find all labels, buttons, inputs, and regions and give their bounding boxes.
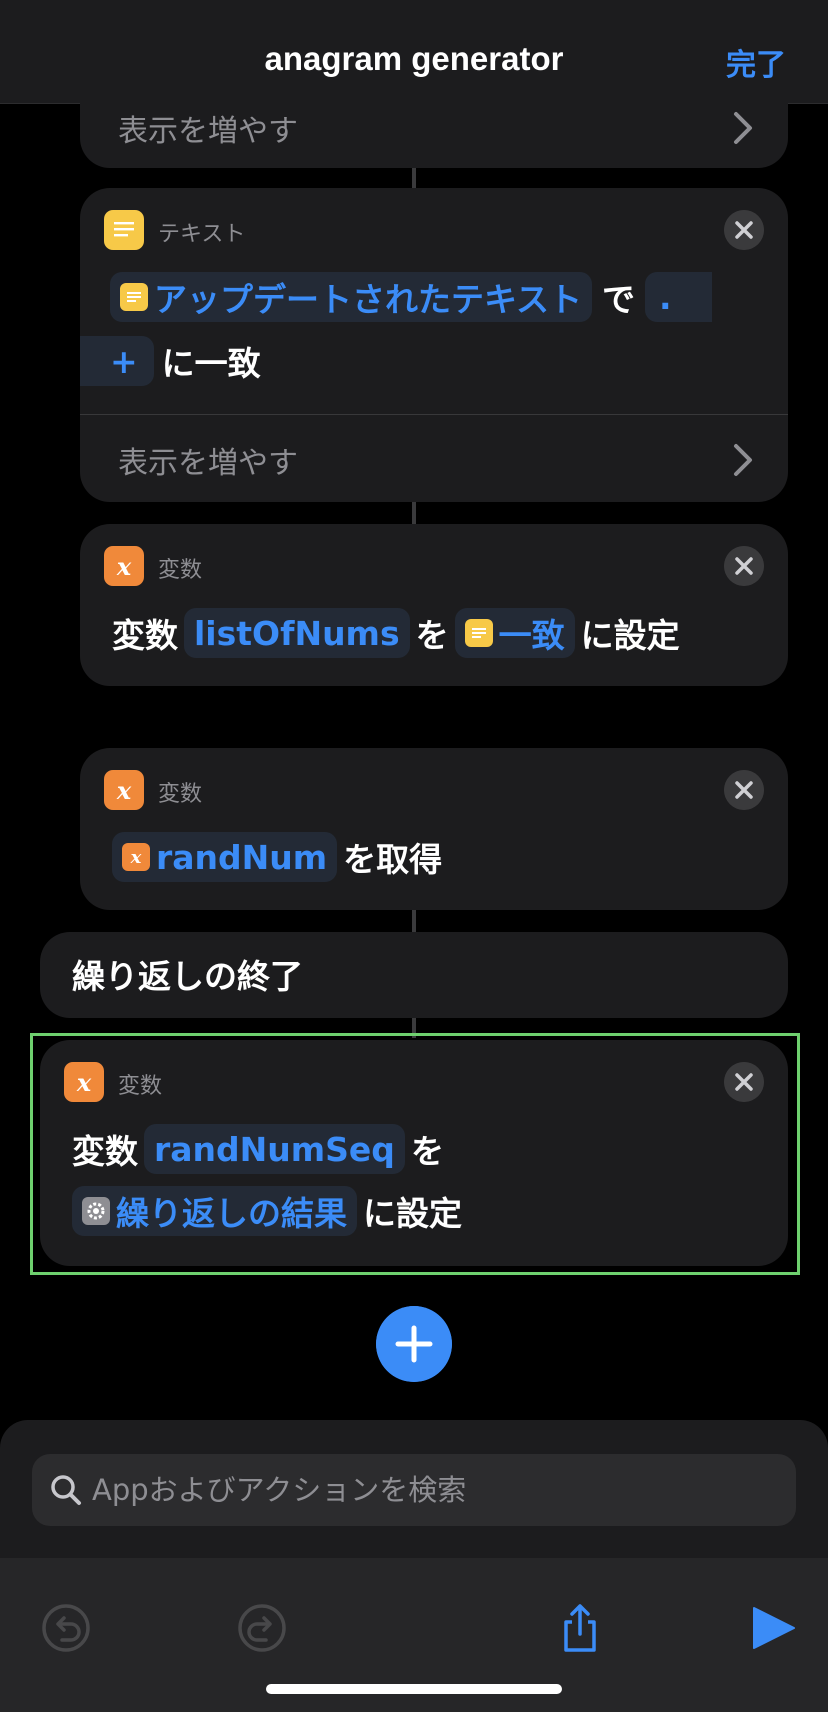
text-content-line-2: + に一致: [80, 336, 261, 386]
variable-name-label: randNum: [156, 837, 328, 877]
end-repeat-card[interactable]: 繰り返しの終了: [40, 932, 788, 1018]
search-field[interactable]: [32, 1454, 796, 1526]
action-header-label: 変数: [158, 782, 203, 807]
search-icon: [51, 1475, 81, 1505]
shortcut-title[interactable]: anagram generator: [0, 40, 828, 78]
close-icon[interactable]: [724, 1062, 764, 1102]
share-icon[interactable]: [554, 1602, 606, 1654]
set-suffix: に設定: [363, 1194, 462, 1233]
text-mini-icon: [464, 619, 493, 647]
connector-line: [412, 502, 416, 524]
variable-app-icon: x: [64, 1062, 104, 1102]
text-content-line-1: アップデートされたテキスト で .: [104, 272, 718, 322]
wo-particle: を: [410, 1132, 444, 1171]
match-text: に一致: [161, 344, 261, 383]
variable-name-token[interactable]: x randNum: [112, 832, 338, 882]
close-icon[interactable]: [724, 546, 764, 586]
home-indicator: [266, 1684, 562, 1694]
text-action-card[interactable]: テキスト アップデートされたテキスト で . + に一致 表示を増やす: [80, 188, 788, 502]
set-variable-line: 変数 listOfNums を 一致 に設定: [112, 608, 680, 658]
repeat-result-token[interactable]: 繰り返しの結果: [72, 1186, 357, 1236]
updated-text-token[interactable]: アップデートされたテキスト: [110, 272, 593, 322]
variable-app-icon: x: [104, 770, 144, 810]
action-header-label: テキスト: [158, 222, 246, 247]
action-header-label: 変数: [158, 558, 203, 583]
close-icon[interactable]: [724, 770, 764, 810]
set-variable-line-2: 繰り返しの結果 に設定: [66, 1186, 462, 1236]
connector-line: [412, 910, 416, 932]
match-source-label: 一致: [498, 616, 565, 655]
plus-token[interactable]: +: [80, 336, 154, 386]
search-input[interactable]: [92, 1454, 772, 1526]
navigation-bar: anagram generator 完了: [0, 0, 828, 104]
action-header-label: 変数: [118, 1074, 163, 1099]
wo-particle: を: [415, 616, 449, 655]
action-search-panel: [0, 1420, 828, 1712]
show-more-row[interactable]: 表示を増やす: [80, 96, 788, 168]
undo-icon[interactable]: [40, 1602, 92, 1654]
play-icon[interactable]: [748, 1602, 800, 1654]
get-variable-line: x randNum を取得: [106, 832, 442, 882]
connector-de-text: で: [602, 280, 636, 319]
set-variable-card[interactable]: x 変数 変数 randNumSeq を 繰り返しの結果 に設定: [40, 1040, 788, 1266]
gear-icon: [82, 1197, 110, 1225]
previous-action-card: 表示を増やす: [80, 96, 788, 168]
close-icon[interactable]: [724, 210, 764, 250]
chevron-right-icon: [734, 112, 752, 144]
divider: [80, 414, 788, 415]
done-button[interactable]: 完了: [726, 40, 786, 84]
set-suffix: に設定: [580, 616, 680, 655]
variable-name-token[interactable]: randNumSeq: [144, 1124, 405, 1174]
get-suffix: を取得: [343, 840, 443, 879]
variable-prefix: 変数: [72, 1132, 138, 1171]
variable-name-token[interactable]: listOfNums: [184, 608, 410, 658]
get-variable-card[interactable]: x 変数 x randNum を取得: [80, 748, 788, 910]
match-source-token[interactable]: 一致: [454, 608, 575, 658]
text-mini-icon: [120, 283, 148, 311]
connector-line: [412, 168, 416, 188]
updated-text-token-label: アップデートされたテキスト: [154, 280, 583, 319]
set-variable-line-1: 変数 randNumSeq を: [72, 1124, 444, 1174]
end-repeat-label: 繰り返しの終了: [72, 957, 303, 996]
redo-icon[interactable]: [236, 1602, 288, 1654]
text-app-icon: [104, 210, 144, 250]
show-more-row[interactable]: 表示を増やす: [80, 418, 788, 502]
variable-mini-icon: x: [122, 843, 150, 871]
repeat-result-label: 繰り返しの結果: [116, 1194, 347, 1233]
variable-prefix: 変数: [112, 616, 178, 655]
show-more-label: 表示を増やす: [118, 446, 298, 481]
show-more-label: 表示を増やす: [118, 114, 298, 149]
chevron-right-icon: [734, 444, 752, 476]
set-variable-card[interactable]: x 変数 変数 listOfNums を 一致 に設定: [80, 524, 788, 686]
period-token[interactable]: .: [645, 272, 712, 322]
variable-app-icon: x: [104, 546, 144, 586]
add-action-button[interactable]: [376, 1306, 452, 1382]
